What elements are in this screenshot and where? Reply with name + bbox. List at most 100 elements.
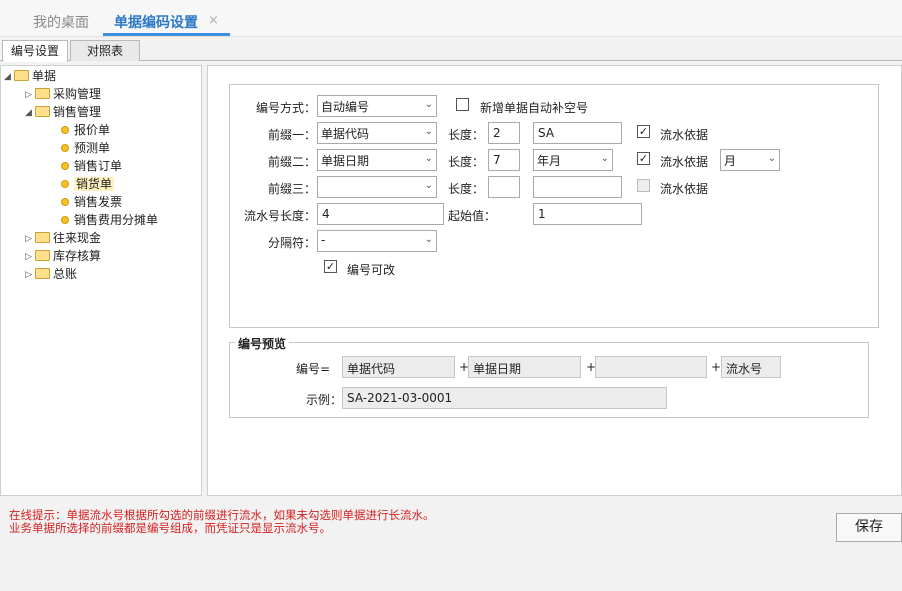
select-value: - bbox=[321, 233, 326, 247]
prefix2-serial-checkbox[interactable]: ✓ bbox=[637, 152, 650, 165]
save-button[interactable]: 保存 bbox=[836, 513, 902, 542]
start-value-input[interactable]: 1 bbox=[533, 203, 642, 225]
prefix3-length-label: 长度： bbox=[448, 182, 485, 196]
serial-length-label: 流水号长度： bbox=[243, 209, 316, 223]
chevron-down-icon: ⌄ bbox=[424, 153, 433, 164]
tree-label: 销售订单 bbox=[74, 159, 123, 173]
collapsed-triangle-icon[interactable]: ▷ bbox=[25, 230, 35, 248]
document-icon bbox=[61, 197, 69, 206]
tree-node-inventory[interactable]: ▷ 库存核算 bbox=[25, 247, 101, 265]
plus-sign: + bbox=[711, 360, 722, 374]
tree-node-sales[interactable]: ◢ 销售管理 bbox=[25, 103, 101, 121]
expanded-triangle-icon[interactable]: ◢ bbox=[25, 104, 35, 122]
tree-node-sales-order[interactable]: 销售订单 bbox=[61, 157, 122, 175]
prefix2-length-input[interactable]: 7 bbox=[488, 149, 520, 171]
prefix1-length-input[interactable]: 2 bbox=[488, 122, 520, 144]
folder-open-icon bbox=[35, 106, 50, 117]
tab-numbering-settings[interactable]: 编号设置 bbox=[2, 40, 68, 62]
document-icon bbox=[61, 143, 69, 152]
prefix3-length-input[interactable] bbox=[488, 176, 520, 198]
numbering-mode-label: 编号方式： bbox=[255, 101, 316, 115]
document-icon bbox=[61, 161, 69, 170]
hint-line-2: 业务单据所选择的前缀都是编号组成，而凭证只是显示流水号。 bbox=[9, 521, 331, 535]
prefix2-length-label: 长度： bbox=[448, 155, 485, 169]
prefix1-length-label: 长度： bbox=[448, 128, 485, 142]
tree-label: 采购管理 bbox=[53, 87, 102, 101]
tree-node-root[interactable]: ◢ 单据 bbox=[4, 67, 56, 85]
tree-label: 销售管理 bbox=[53, 105, 102, 119]
collapsed-triangle-icon[interactable]: ▷ bbox=[25, 266, 35, 284]
prefix2-serial-unit-select[interactable]: 月 ⌄ bbox=[720, 149, 780, 171]
online-hint: 在线提示：单据流水号根据所勾选的前缀进行流水，如果未勾选则单据进行长流水。 业务… bbox=[9, 509, 435, 535]
prefix1-select[interactable]: 单据代码 ⌄ bbox=[317, 122, 437, 144]
tree-node-ledger[interactable]: ▷ 总账 bbox=[25, 265, 77, 283]
tree-node-purchase[interactable]: ▷ 采购管理 bbox=[25, 85, 101, 103]
tree-node-expense-allocation[interactable]: 销售费用分摊单 bbox=[61, 211, 158, 229]
prefix1-serial-label: 流水依据 bbox=[660, 128, 709, 142]
preview-part-4: 流水号 bbox=[721, 356, 781, 378]
tree-label: 库存核算 bbox=[53, 249, 102, 263]
chevron-down-icon: ⌄ bbox=[424, 99, 433, 110]
prefix2-format-select[interactable]: 年月 ⌄ bbox=[533, 149, 613, 171]
serial-length-input[interactable]: 4 bbox=[317, 203, 444, 225]
folder-open-icon bbox=[14, 70, 29, 81]
chevron-down-icon: ⌄ bbox=[600, 153, 609, 164]
tab-mapping-table[interactable]: 对照表 bbox=[70, 40, 140, 61]
prefix3-label: 前缀三： bbox=[267, 182, 316, 196]
folder-icon bbox=[35, 232, 50, 243]
select-value: 年月 bbox=[537, 154, 562, 168]
prefix1-label: 前缀一： bbox=[267, 128, 316, 142]
chevron-down-icon: ⌄ bbox=[424, 234, 433, 245]
tree-node-forecast[interactable]: 预测单 bbox=[61, 139, 110, 157]
numbering-mode-select[interactable]: 自动编号 ⌄ bbox=[317, 95, 437, 117]
document-tree: ◢ 单据 ▷ 采购管理 ◢ 销售管理 报价单 预测单 销售订单 销货单 销售发票 销售… bbox=[0, 65, 202, 496]
tree-label: 总账 bbox=[53, 267, 78, 281]
prefix3-select[interactable]: ⌄ bbox=[317, 176, 437, 198]
tree-label-selected: 销货单 bbox=[74, 177, 115, 191]
tree-node-delivery[interactable]: 销货单 bbox=[61, 175, 115, 193]
tree-node-cash[interactable]: ▷ 往来现金 bbox=[25, 229, 101, 247]
collapsed-triangle-icon[interactable]: ▷ bbox=[25, 86, 35, 104]
select-value: 单据日期 bbox=[321, 154, 370, 168]
auto-fill-checkbox[interactable] bbox=[456, 98, 469, 111]
prefix1-text-input[interactable]: SA bbox=[533, 122, 622, 144]
top-tab-bar: 我的桌面 单据编码设置 × bbox=[0, 0, 902, 37]
folder-icon bbox=[35, 88, 50, 99]
preview-formula-label: 编号= bbox=[295, 362, 330, 376]
chevron-down-icon: ⌄ bbox=[424, 126, 433, 137]
tree-label: 往来现金 bbox=[53, 231, 102, 245]
select-value: 月 bbox=[724, 154, 737, 168]
tab-my-desktop[interactable]: 我的桌面 bbox=[33, 12, 89, 32]
prefix3-text-input[interactable] bbox=[533, 176, 622, 198]
tree-node-invoice[interactable]: 销售发票 bbox=[61, 193, 122, 211]
editable-checkbox[interactable]: ✓ bbox=[324, 260, 337, 273]
document-icon bbox=[61, 179, 69, 188]
select-value: 单据代码 bbox=[321, 127, 370, 141]
tree-node-quotation[interactable]: 报价单 bbox=[61, 121, 110, 139]
separator-select[interactable]: - ⌄ bbox=[317, 230, 437, 252]
preview-part-1: 单据代码 bbox=[342, 356, 455, 378]
document-icon bbox=[61, 215, 69, 224]
folder-icon bbox=[35, 268, 50, 279]
prefix2-label: 前缀二： bbox=[267, 155, 316, 169]
tree-label: 销售发票 bbox=[74, 195, 123, 209]
example-label: 示例： bbox=[305, 393, 342, 407]
prefix3-serial-label: 流水依据 bbox=[660, 182, 709, 196]
prefix2-select[interactable]: 单据日期 ⌄ bbox=[317, 149, 437, 171]
folder-icon bbox=[35, 250, 50, 261]
close-tab-icon[interactable]: × bbox=[208, 13, 219, 28]
chevron-down-icon: ⌄ bbox=[424, 180, 433, 191]
collapsed-triangle-icon[interactable]: ▷ bbox=[25, 248, 35, 266]
numbering-form: 编号方式： 自动编号 ⌄ 新增单据自动补空号 前缀一： 单据代码 ⌄ 长度： 2 S… bbox=[229, 84, 879, 328]
prefix2-serial-label: 流水依据 bbox=[660, 155, 709, 169]
auto-fill-label: 新增单据自动补空号 bbox=[480, 101, 589, 115]
active-tab-indicator bbox=[103, 33, 230, 36]
prefix1-serial-checkbox[interactable]: ✓ bbox=[637, 125, 650, 138]
select-value: 自动编号 bbox=[321, 100, 370, 114]
expanded-triangle-icon[interactable]: ◢ bbox=[4, 68, 14, 86]
settings-panel: 编号方式： 自动编号 ⌄ 新增单据自动补空号 前缀一： 单据代码 ⌄ 长度： 2 S… bbox=[207, 65, 902, 496]
tab-document-code-settings[interactable]: 单据编码设置 bbox=[114, 12, 198, 32]
prefix3-serial-checkbox[interactable] bbox=[637, 179, 650, 192]
preview-legend: 编号预览 bbox=[235, 335, 290, 352]
tree-label: 销售费用分摊单 bbox=[74, 213, 159, 227]
